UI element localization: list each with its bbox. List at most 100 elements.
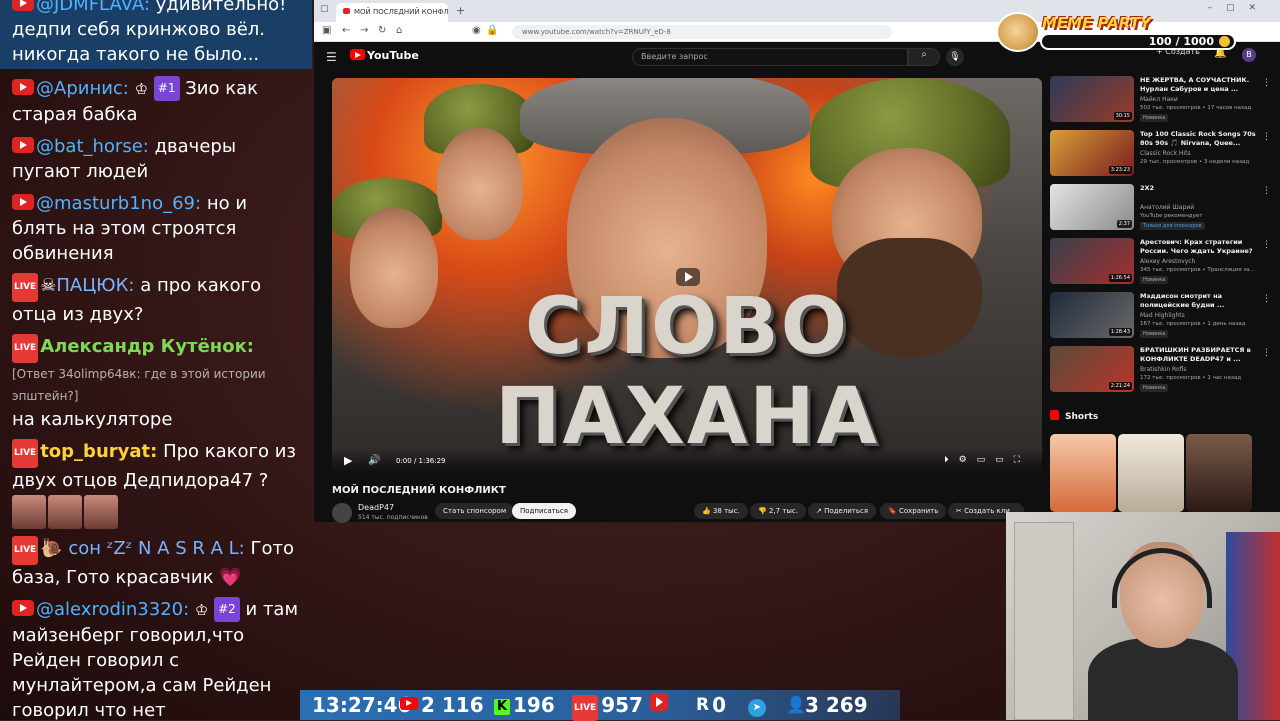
recommendation-item[interactable]: 30:15 НЕ ЖЕРТВА, А СОУЧАСТНИК. Нурлан Са… xyxy=(1050,76,1272,130)
like-count: 38 тыс. xyxy=(712,507,740,515)
more-options-icon[interactable]: ⋮ xyxy=(1262,240,1271,250)
youtube-logo-icon xyxy=(350,49,365,60)
crown-icon: ♔ xyxy=(134,80,149,98)
video-thumbnail: 2:37 xyxy=(1050,184,1134,230)
hamburger-menu-icon[interactable]: ☰ xyxy=(326,50,337,64)
short-item[interactable] xyxy=(1050,434,1116,512)
rutube-viewers xyxy=(650,693,671,718)
home-icon[interactable]: ⌂ xyxy=(396,25,402,36)
recommendation-item[interactable]: 2:21:24 БРАТИШКИН РАЗБИРАЕТСЯ в КОНФЛИКТ… xyxy=(1050,346,1272,400)
recommendation-meta: YouTube рекомендует xyxy=(1140,213,1203,219)
new-badge: Новинка xyxy=(1140,114,1169,122)
mic-button[interactable]: 🎙 xyxy=(946,48,964,66)
url-field[interactable]: www.youtube.com/watch?v=ZRNUfY_eD-8 xyxy=(512,25,892,39)
tab-title: МОЙ ПОСЛЕДНИЙ КОНФЛИКТ xyxy=(354,8,448,16)
video-thumbnail: 3:23:23 xyxy=(1050,130,1134,176)
recommendation-item[interactable]: 2:37 2X2 Анатолий Шарий YouTube рекоменд… xyxy=(1050,184,1272,238)
recommendation-meta: 167 тыс. просмотров • 1 день назад xyxy=(1140,321,1246,327)
save-label: Сохранить xyxy=(898,507,939,515)
recommendation-title: Арестович: Крах стратегии России. Чего ж… xyxy=(1140,238,1253,255)
browser-window: ▢ МОЙ ПОСЛЕДНИЙ КОНФЛИКТ + –▢✕ ▣ ← → ↻ ⌂… xyxy=(314,0,1280,523)
save-button[interactable]: 🔖 Сохранить xyxy=(880,503,947,519)
play-button-icon[interactable]: ▶ xyxy=(344,454,352,467)
members-only-badge: Только для спонсоров xyxy=(1140,222,1205,230)
subscriber-count: 514 тыс. подписчиков xyxy=(358,514,428,521)
recommendation-item[interactable]: 3:23:23 Top 100 Classic Rock Songs 70s 8… xyxy=(1050,130,1272,184)
video-thumbnail: 2:21:24 xyxy=(1050,346,1134,392)
share-label: Поделиться xyxy=(824,507,869,515)
duration-badge: 3:23:23 xyxy=(1108,166,1132,174)
dislike-count: 2,7 тыс. xyxy=(768,507,798,515)
chat-reply-quote: [Ответ 34olimp64вк: где в этой истории э… xyxy=(12,367,266,403)
webcam-feed xyxy=(1006,512,1280,720)
new-badge: Новинка xyxy=(1140,384,1169,392)
chat-nick: сон ᶻZᶻ N A S R A L: xyxy=(68,538,245,559)
duration-badge: 2:21:24 xyxy=(1108,382,1132,390)
search-button[interactable]: ⌕ xyxy=(908,48,940,66)
sponsor-button[interactable]: Стать спонсором xyxy=(435,503,515,519)
chat-nick: @Аринис: xyxy=(36,78,129,99)
search-input[interactable]: Введите запрос xyxy=(632,48,908,66)
video-player[interactable]: СЛОВО ПАХАНА ▶ 🔊 0:00 / 1:36:29 ⏵⚙▭▭⛶ xyxy=(332,78,1042,474)
recommendations-list: 30:15 НЕ ЖЕРТВА, А СОУЧАСТНИК. Нурлан Са… xyxy=(1050,76,1272,400)
recommendation-channel: Майкл Наки xyxy=(1140,96,1178,103)
chat-text: на калькуляторе xyxy=(12,409,173,430)
browser-tab[interactable]: МОЙ ПОСЛЕДНИЙ КОНФЛИКТ xyxy=(336,3,448,22)
tab-search-icon[interactable]: ▢ xyxy=(320,4,329,14)
channel-avatar[interactable] xyxy=(332,503,352,523)
meme-party-title: MEME PARTY xyxy=(1042,14,1151,32)
meme-progress-text: 100 / 1000 xyxy=(1148,35,1214,48)
scissors-icon: ✂ xyxy=(956,507,965,515)
short-item[interactable] xyxy=(1186,434,1252,512)
thumbs-down-icon: 👎 xyxy=(758,507,769,515)
new-tab-button[interactable]: + xyxy=(456,4,465,17)
chat-message: LIVE Александр Кутёнок: [Ответ 34olimp64в… xyxy=(0,334,312,432)
recommendation-title: Мэддисон смотрит на полицейские будни ..… xyxy=(1140,292,1225,309)
live-badge: LIVE xyxy=(12,439,39,468)
chat-message: @masturb1no_69: но и блять на этом строя… xyxy=(0,191,312,266)
chat-nick: @JDMFLAVA: xyxy=(36,0,150,15)
recommendation-item[interactable]: 1:28:43 Мэддисон смотрит на полицейские … xyxy=(1050,292,1272,346)
youtube-icon xyxy=(12,600,34,616)
rank-badge: #2 xyxy=(214,597,240,622)
more-options-icon[interactable]: ⋮ xyxy=(1262,348,1271,358)
play-overlay-icon[interactable] xyxy=(676,268,700,286)
like-button[interactable]: 👍 38 тыс. xyxy=(694,503,748,519)
live-badge: LIVE xyxy=(12,334,39,363)
more-options-icon[interactable]: ⋮ xyxy=(1262,132,1271,142)
live-badge: LIVE xyxy=(12,273,39,302)
chat-nick: @masturb1no_69: xyxy=(36,193,202,214)
chat-nick: top_buryat: xyxy=(40,441,158,462)
body-shape xyxy=(1088,638,1238,720)
more-options-icon[interactable]: ⋮ xyxy=(1262,294,1271,304)
stream-chat: @JDMFLAVA: удивительно! дедпи себя кринж… xyxy=(0,0,312,720)
youtube-icon xyxy=(12,79,34,95)
crown-icon: ♔ xyxy=(194,601,209,619)
channel-name[interactable]: DeadP47 xyxy=(358,503,394,512)
youtube-logo[interactable]: YouTube xyxy=(350,49,419,62)
sidebar-icon[interactable]: ▣ xyxy=(322,25,331,36)
play-icon xyxy=(650,693,668,711)
short-item[interactable] xyxy=(1118,434,1184,512)
back-icon[interactable]: ← xyxy=(342,25,350,36)
youtube-icon xyxy=(12,137,34,153)
more-options-icon[interactable]: ⋮ xyxy=(1262,186,1271,196)
player-right-controls[interactable]: ⏵⚙▭▭⛶ xyxy=(944,455,1030,465)
chat-message: LIVE top_buryat: Про какого из двух отцов… xyxy=(0,439,312,529)
r-count: 0 xyxy=(712,693,727,717)
more-options-icon[interactable]: ⋮ xyxy=(1262,78,1271,88)
recommendation-item[interactable]: 1:26:54 Арестович: Крах стратегии России… xyxy=(1050,238,1272,292)
search-icon: ⌕ xyxy=(921,49,927,60)
face-shape xyxy=(437,128,523,240)
new-badge: Новинка xyxy=(1140,330,1169,338)
coin-icon xyxy=(1219,36,1230,47)
recommendation-channel: Alexey Arestovych xyxy=(1140,258,1196,265)
subscribe-button[interactable]: Подписаться xyxy=(512,503,576,519)
forward-icon[interactable]: → xyxy=(360,25,368,36)
chat-message: @alexrodin3320: ♔ #2 и там майзенберг го… xyxy=(0,597,312,720)
dislike-button[interactable]: 👎 2,7 тыс. xyxy=(750,503,806,519)
reload-icon[interactable]: ↻ xyxy=(378,25,386,36)
share-button[interactable]: ↗ Поделиться xyxy=(808,503,877,519)
volume-icon[interactable]: 🔊 xyxy=(368,455,380,466)
duration-badge: 1:28:43 xyxy=(1108,328,1132,336)
